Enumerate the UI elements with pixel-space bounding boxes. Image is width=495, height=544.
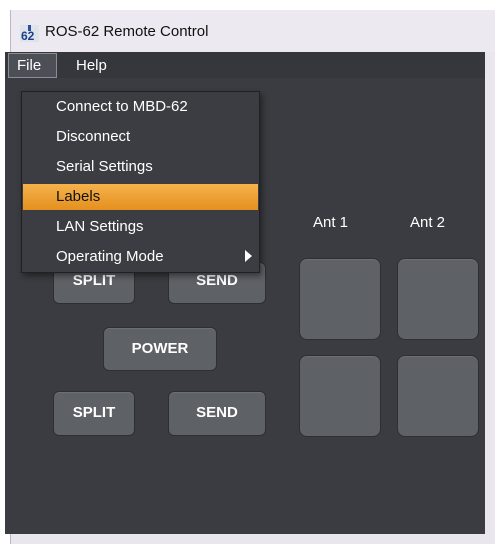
ant1-label: Ant 1 — [313, 214, 349, 231]
split-button-bottom[interactable]: SPLIT — [53, 391, 135, 436]
ant2-label: Ant 2 — [410, 214, 446, 231]
ant2-top-tile[interactable] — [397, 258, 479, 340]
window-title: ROS-62 Remote Control — [45, 23, 209, 40]
menu-help[interactable]: Help — [76, 57, 107, 74]
menu-item-lan-settings[interactable]: LAN Settings — [23, 214, 258, 240]
svg-text:62: 62 — [21, 29, 35, 42]
app-logo-icon: 62 — [20, 25, 39, 42]
send-button-bottom[interactable]: SEND — [168, 391, 266, 436]
ant1-top-tile[interactable] — [299, 258, 381, 340]
menu-item-serial-settings[interactable]: Serial Settings — [23, 154, 258, 180]
title-bar[interactable]: 62 ROS-62 Remote Control — [11, 10, 495, 52]
menu-item-operating-mode[interactable]: Operating Mode — [23, 244, 258, 270]
ant1-bottom-tile[interactable] — [299, 355, 381, 437]
menu-item-labels[interactable]: Labels — [23, 184, 258, 210]
menu-item-operating-mode-label: Operating Mode — [56, 248, 164, 265]
power-button[interactable]: POWER — [103, 327, 217, 371]
ant2-bottom-tile[interactable] — [397, 355, 479, 437]
menu-item-connect[interactable]: Connect to MBD-62 — [23, 94, 258, 120]
menu-file[interactable]: File — [8, 53, 57, 78]
submenu-arrow-icon — [245, 250, 252, 262]
menu-item-disconnect[interactable]: Disconnect — [23, 124, 258, 150]
file-dropdown-menu: Connect to MBD-62 Disconnect Serial Sett… — [21, 91, 260, 273]
